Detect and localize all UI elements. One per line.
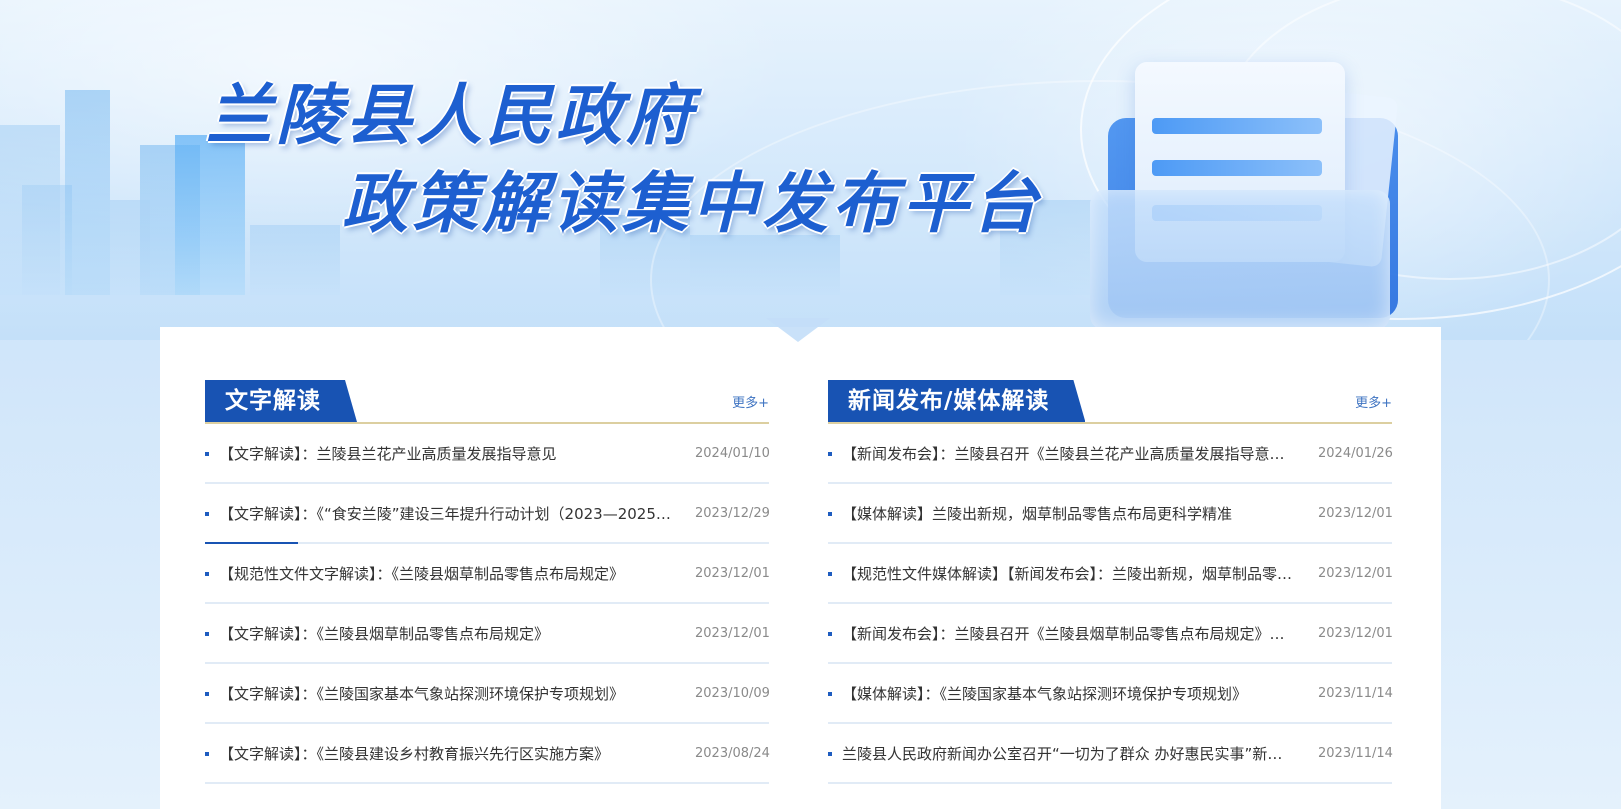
list-item[interactable]: 【文字解读】：兰陵县兰花产业高质量发展指导意见 2024/01/10 <box>205 424 770 484</box>
panel-title: 新闻发布/媒体解读 <box>828 380 1085 422</box>
card-notch <box>766 318 830 342</box>
more-link[interactable]: 更多+ <box>732 392 769 411</box>
article-title-link[interactable]: 【新闻发布会】：兰陵县召开《兰陵县兰花产业高质量发展指导意见》新闻发布会 <box>842 443 1318 464</box>
document-line <box>1152 160 1322 176</box>
article-title-link[interactable]: 【文字解读】：兰陵县兰花产业高质量发展指导意见 <box>219 443 695 464</box>
article-date: 2023/12/01 <box>1318 506 1393 521</box>
article-date: 2023/12/29 <box>695 506 770 521</box>
article-date: 2023/12/01 <box>695 626 770 641</box>
list-item[interactable]: 【规范性文件文字解读】：《兰陵县烟草制品零售点布局规定》 2023/12/01 <box>205 544 770 604</box>
article-date: 2023/10/09 <box>695 686 770 701</box>
article-title-link[interactable]: 【规范性文件文字解读】：《兰陵县烟草制品零售点布局规定》 <box>219 563 695 584</box>
document-line <box>1152 118 1322 134</box>
list-item[interactable]: 【媒体解读】兰陵出新规，烟草制品零售点布局更科学精准 2023/12/01 <box>828 484 1393 544</box>
article-date: 2023/12/01 <box>1318 626 1393 641</box>
list-item[interactable]: 【媒体解读】：《兰陵国家基本气象站探测环境保护专项规划》 2023/11/14 <box>828 664 1393 724</box>
list-item[interactable]: 兰陵县人民政府新闻办公室召开“一切为了群众 办好惠民实事”新闻发布会 2023/1… <box>828 724 1393 784</box>
skyline-building <box>175 135 245 295</box>
article-title-link[interactable]: 【规范性文件媒体解读】【新闻发布会】：兰陵出新规，烟草制品零售点布局更科学精准 <box>842 563 1318 584</box>
article-date: 2023/08/24 <box>695 746 770 761</box>
article-title-link[interactable]: 【文字解读】：《“食安兰陵”建设三年提升行动计划（2023—2025年）》 <box>219 503 695 524</box>
panel-title: 文字解读 <box>205 380 357 422</box>
article-title-link[interactable]: 【媒体解读】兰陵出新规，烟草制品零售点布局更科学精准 <box>842 503 1318 524</box>
article-title-link[interactable]: 【媒体解读】：《兰陵国家基本气象站探测环境保护专项规划》 <box>842 683 1318 704</box>
list-item[interactable]: 【规范性文件媒体解读】【新闻发布会】：兰陵出新规，烟草制品零售点布局更科学精准2… <box>828 544 1393 604</box>
article-date: 2024/01/26 <box>1318 446 1393 461</box>
skyline-building <box>65 90 110 295</box>
news-media-panel: 新闻发布/媒体解读 更多+ 【新闻发布会】：兰陵县召开《兰陵县兰花产业高质量发展… <box>828 380 1393 784</box>
article-list: 【文字解读】：兰陵县兰花产业高质量发展指导意见 2024/01/10 【文字解读】：… <box>205 424 770 784</box>
banner-title-line1: 兰陵县人民政府 <box>206 77 696 154</box>
list-item[interactable]: 【新闻发布会】：兰陵县召开《兰陵县兰花产业高质量发展指导意见》新闻发布会2024… <box>828 424 1393 484</box>
more-link[interactable]: 更多+ <box>1355 392 1392 411</box>
article-title-link[interactable]: 【文字解读】：《兰陵国家基本气象站探测环境保护专项规划》 <box>219 683 695 704</box>
list-item[interactable]: 【文字解读】：《兰陵县建设乡村教育振兴先行区实施方案》 2023/08/24 <box>205 724 770 784</box>
article-date: 2024/01/10 <box>695 446 770 461</box>
list-item[interactable]: 【文字解读】：《“食安兰陵”建设三年提升行动计划（2023—2025年）》 202… <box>205 484 770 544</box>
list-item[interactable]: 【文字解读】：《兰陵国家基本气象站探测环境保护专项规划》 2023/10/09 <box>205 664 770 724</box>
article-date: 2023/12/01 <box>695 566 770 581</box>
article-date: 2023/12/01 <box>1318 566 1393 581</box>
panel-header: 新闻发布/媒体解读 更多+ <box>828 380 1392 424</box>
article-date: 2023/11/14 <box>1318 686 1393 701</box>
article-title-link[interactable]: 【文字解读】：《兰陵县建设乡村教育振兴先行区实施方案》 <box>219 743 695 764</box>
skyline-building <box>110 200 150 295</box>
article-title-link[interactable]: 【文字解读】：《兰陵县烟草制品零售点布局规定》 <box>219 623 695 644</box>
article-date: 2023/11/14 <box>1318 746 1393 761</box>
header-banner: 兰陵县人民政府 政策解读集中发布平台 <box>0 0 1621 340</box>
panel-header: 文字解读 更多+ <box>205 380 769 424</box>
article-list: 【新闻发布会】：兰陵县召开《兰陵县兰花产业高质量发展指导意见》新闻发布会2024… <box>828 424 1393 784</box>
list-item[interactable]: 【文字解读】：《兰陵县烟草制品零售点布局规定》 2023/12/01 <box>205 604 770 664</box>
article-title-link[interactable]: 兰陵县人民政府新闻办公室召开“一切为了群众 办好惠民实事”新闻发布会 <box>842 743 1318 764</box>
banner-title-line2: 政策解读集中发布平台 <box>342 165 1042 242</box>
folder-front-illustration <box>1090 190 1390 330</box>
article-title-link[interactable]: 【新闻发布会】：兰陵县召开《兰陵县烟草制品零售点布局规定》新闻发布会 <box>842 623 1318 644</box>
skyline-building <box>250 225 340 295</box>
text-interpretation-panel: 文字解读 更多+ 【文字解读】：兰陵县兰花产业高质量发展指导意见 2024/01/… <box>205 380 770 784</box>
list-item[interactable]: 【新闻发布会】：兰陵县召开《兰陵县烟草制品零售点布局规定》新闻发布会 2023/1… <box>828 604 1393 664</box>
